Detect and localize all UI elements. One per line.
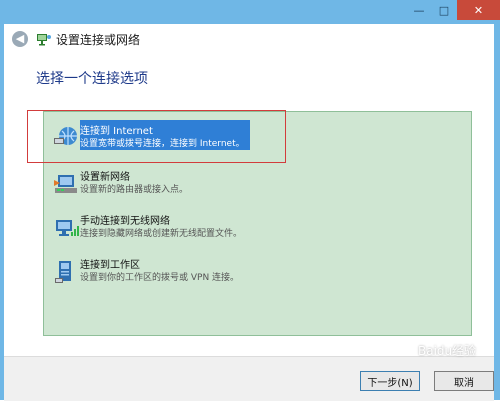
option-description: 连接到隐藏网络或创建新无线配置文件。 [80, 229, 243, 239]
dialog-title: 设置连接或网络 [56, 33, 141, 47]
next-button[interactable]: 下一步(N) [360, 371, 420, 391]
maximize-icon: □ [438, 3, 450, 17]
close-button[interactable]: ✕ [457, 0, 500, 20]
network-setup-icon [36, 31, 52, 47]
option-title: 连接到工作区 [80, 260, 140, 271]
wireless-computer-icon [52, 214, 80, 242]
option-title: 设置新网络 [80, 172, 130, 183]
highlight-annotation-box [27, 110, 286, 163]
maximize-button[interactable]: □ [431, 0, 457, 20]
router-icon [52, 170, 80, 198]
close-icon: ✕ [473, 3, 484, 17]
option-description: 设置新的路由器或接入点。 [80, 185, 189, 195]
minimize-button[interactable]: — [407, 0, 431, 20]
title-bar: — □ ✕ [0, 0, 500, 24]
option-connect-workplace[interactable]: 连接到工作区 设置到你的工作区的拨号或 VPN 连接。 [48, 254, 468, 290]
back-button[interactable]: ◀ [12, 31, 28, 47]
workplace-icon [52, 258, 80, 286]
dialog-header: ◀ 设置连接或网络 [4, 24, 494, 54]
dialog-footer: 下一步(N) 取消 [4, 356, 494, 401]
baidu-watermark: Baidu经验 [418, 344, 477, 358]
window-frame-left [0, 24, 4, 400]
back-arrow-icon: ◀ [15, 32, 25, 45]
option-setup-new-network[interactable]: 设置新网络 设置新的路由器或接入点。 [48, 166, 468, 202]
option-title: 手动连接到无线网络 [80, 216, 170, 227]
minimize-icon: — [413, 3, 425, 17]
cancel-button[interactable]: 取消 [434, 371, 494, 391]
option-description: 设置到你的工作区的拨号或 VPN 连接。 [80, 273, 240, 283]
option-manual-wireless[interactable]: 手动连接到无线网络 连接到隐藏网络或创建新无线配置文件。 [48, 210, 468, 246]
page-heading: 选择一个连接选项 [36, 71, 148, 87]
window-frame-right [494, 24, 500, 400]
